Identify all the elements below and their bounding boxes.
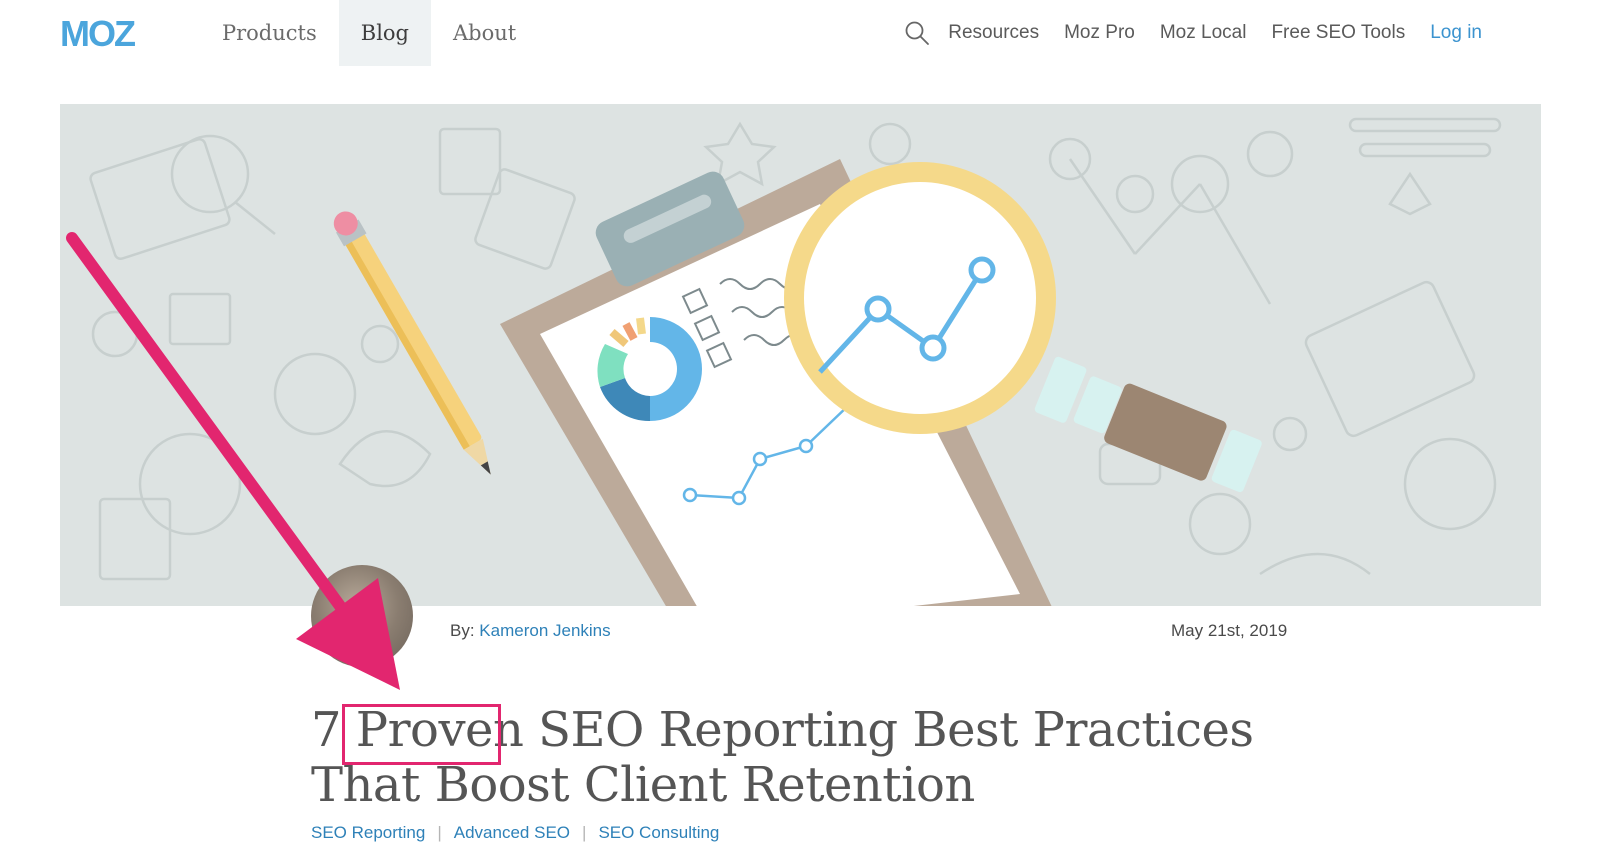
tag-separator: | (582, 823, 587, 842)
nav-products[interactable]: Products (200, 0, 339, 66)
primary-nav: Products Blog About (200, 0, 538, 66)
login-link[interactable]: Log in (1430, 22, 1482, 44)
moz-logo-text: MOZ (60, 16, 135, 50)
byline-label: By: (450, 621, 475, 640)
pencil-illustration (333, 211, 491, 475)
author-avatar[interactable] (311, 565, 413, 667)
nav-resources[interactable]: Resources (948, 22, 1039, 44)
hero-image (60, 104, 1541, 606)
nav-about[interactable]: About (431, 0, 538, 66)
nav-moz-pro[interactable]: Moz Pro (1064, 22, 1135, 44)
post-date: May 21st, 2019 (1171, 621, 1288, 640)
hero-illustration (89, 117, 1502, 606)
secondary-nav: Resources Moz Pro Moz Local Free SEO Too… (904, 0, 1482, 66)
search-icon[interactable] (904, 20, 930, 46)
post-byline: By: Kameron Jenkins (450, 621, 611, 641)
tag-advanced-seo[interactable]: Advanced SEO (454, 823, 570, 843)
moz-logo-icon: MOZ (60, 16, 137, 50)
nav-blog[interactable]: Blog (338, 0, 431, 66)
tag-separator: | (437, 823, 442, 842)
moz-logo[interactable]: MOZ (60, 16, 164, 50)
nav-moz-local[interactable]: Moz Local (1160, 22, 1247, 44)
tag-seo-reporting[interactable]: SEO Reporting (311, 823, 425, 843)
post-tags: SEO Reporting | Advanced SEO | SEO Consu… (311, 823, 719, 843)
highlight-box-annotation (342, 704, 501, 765)
author-link[interactable]: Kameron Jenkins (479, 621, 610, 640)
nav-free-seo-tools[interactable]: Free SEO Tools (1271, 22, 1405, 44)
site-header: MOZ Products Blog About Resources Moz Pr… (0, 0, 1600, 68)
tag-seo-consulting[interactable]: SEO Consulting (598, 823, 719, 843)
